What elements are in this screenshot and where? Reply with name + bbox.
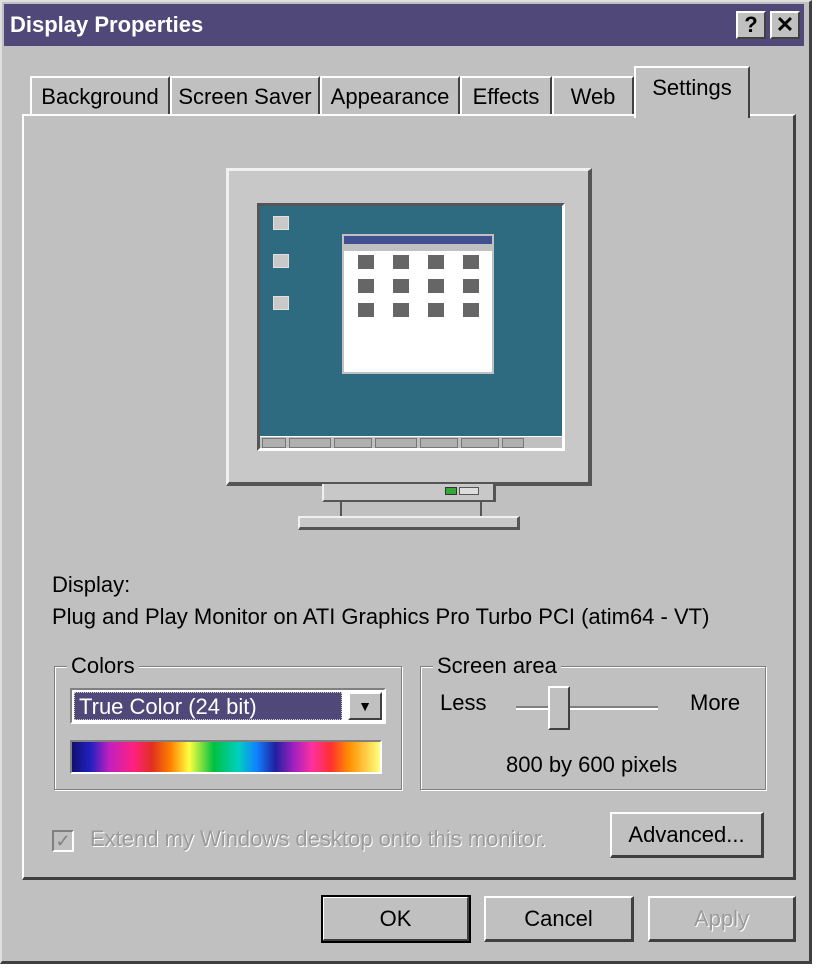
preview-folder-icon [383,303,418,319]
colors-dropdown[interactable]: True Color (24 bit) ▼ [70,688,386,724]
preview-folder-icon [348,279,383,295]
tab-effects[interactable]: Effects [460,76,552,116]
power-led-icon [445,487,457,495]
tab-screen-saver[interactable]: Screen Saver [170,76,320,116]
monitor-foot [298,516,520,530]
network-icon [264,254,298,270]
title-bar[interactable]: Display Properties ? ✕ [4,4,804,46]
cancel-button[interactable]: Cancel [484,896,634,942]
colors-selected-value: True Color (24 bit) [74,692,342,720]
preview-folder-icon [348,255,383,271]
extend-desktop-checkbox[interactable]: ✓ [52,830,74,852]
extend-desktop-label: Extend my Windows desktop onto this moni… [90,826,547,851]
slider-more-label: More [690,690,741,715]
preview-folder-icon [453,303,488,319]
dropdown-arrow-icon[interactable]: ▼ [348,692,382,720]
ok-button[interactable]: OK [321,895,471,943]
preview-folder-icon [418,255,453,271]
display-label: Display: [52,572,131,597]
slider-less-label: Less [440,690,487,715]
recycle-bin-icon [264,296,298,312]
apply-button[interactable]: Apply [648,896,796,942]
screen-area-value: 800 by 600 pixels [506,752,678,777]
screen-area-group-label: Screen area [433,653,561,679]
preview-folder-icon [348,303,383,319]
preview-folder-icon [383,279,418,295]
monitor-preview [226,168,592,486]
preview-folder-icon [418,279,453,295]
display-device-name: Plug and Play Monitor on ATI Graphics Pr… [52,604,710,629]
preview-folder-icon [383,255,418,271]
tab-web[interactable]: Web [552,76,634,116]
my-computer-icon [264,216,298,232]
tab-settings[interactable]: Settings [634,66,750,118]
close-button[interactable]: ✕ [770,11,800,39]
window-title: Display Properties [10,12,204,37]
screen-area-slider-thumb[interactable] [548,686,570,730]
close-icon: ✕ [775,12,795,37]
screen-area-slider-track[interactable] [516,706,658,710]
preview-window [342,234,494,374]
preview-taskbar [260,436,562,448]
preview-folder-icon [418,303,453,319]
advanced-button[interactable]: Advanced... [610,812,764,858]
color-spectrum-bar [70,740,382,774]
desktop-preview [257,203,565,451]
preview-folder-icon [453,255,488,271]
preview-folder-icon [453,279,488,295]
tab-appearance[interactable]: Appearance [320,76,460,116]
tab-background[interactable]: Background [30,76,170,116]
colors-group-label: Colors [67,653,139,679]
help-button[interactable]: ? [736,11,766,39]
power-button-icon [459,487,479,495]
